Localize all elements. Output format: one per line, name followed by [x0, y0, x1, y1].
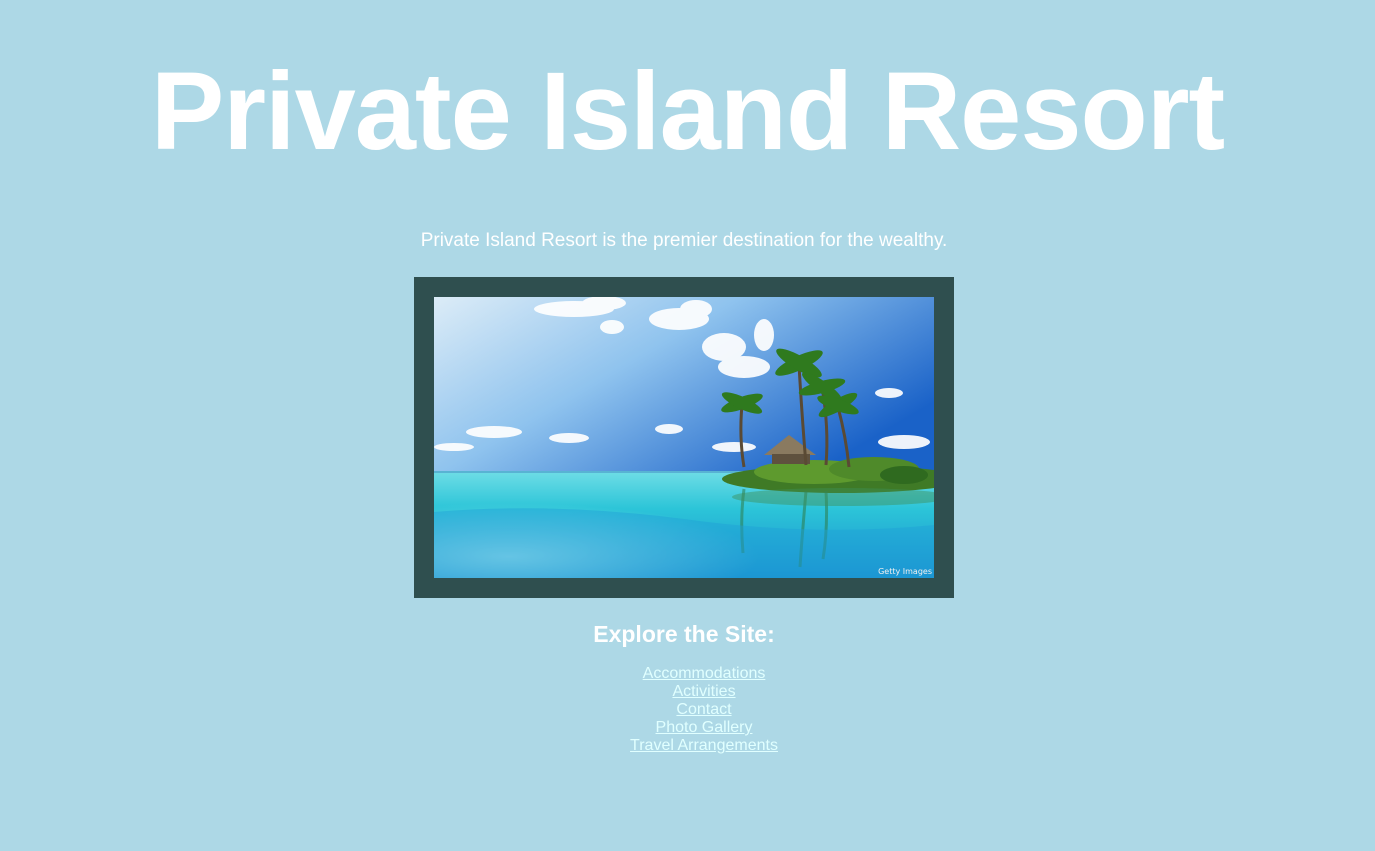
tagline: Private Island Resort is the premier des… [420, 230, 948, 251]
nav-item: Travel Arrangements [0, 737, 1375, 755]
nav-item: Accommodations [0, 665, 1375, 683]
nav-item: Contact [0, 701, 1375, 719]
explore-heading: Explore the Site: [593, 621, 775, 647]
activities-link[interactable]: Activities [672, 683, 735, 700]
nav-item: Photo Gallery [0, 719, 1375, 737]
site-title: Private Island Resort [150, 50, 1225, 173]
accommodations-link[interactable]: Accommodations [643, 665, 766, 682]
nav-item: Activities [0, 683, 1375, 701]
photo-gallery-link[interactable]: Photo Gallery [656, 719, 753, 736]
page: Private Island Resort Private Island Res… [0, 0, 1375, 851]
photo-credit: Getty Images [878, 567, 932, 576]
photo-frame: Getty Images [414, 277, 954, 598]
island-photo: Getty Images [434, 297, 934, 578]
travel-arrangements-link[interactable]: Travel Arrangements [630, 737, 778, 754]
site-nav: Accommodations Activities Contact Photo … [0, 665, 1375, 755]
contact-link[interactable]: Contact [676, 701, 731, 718]
